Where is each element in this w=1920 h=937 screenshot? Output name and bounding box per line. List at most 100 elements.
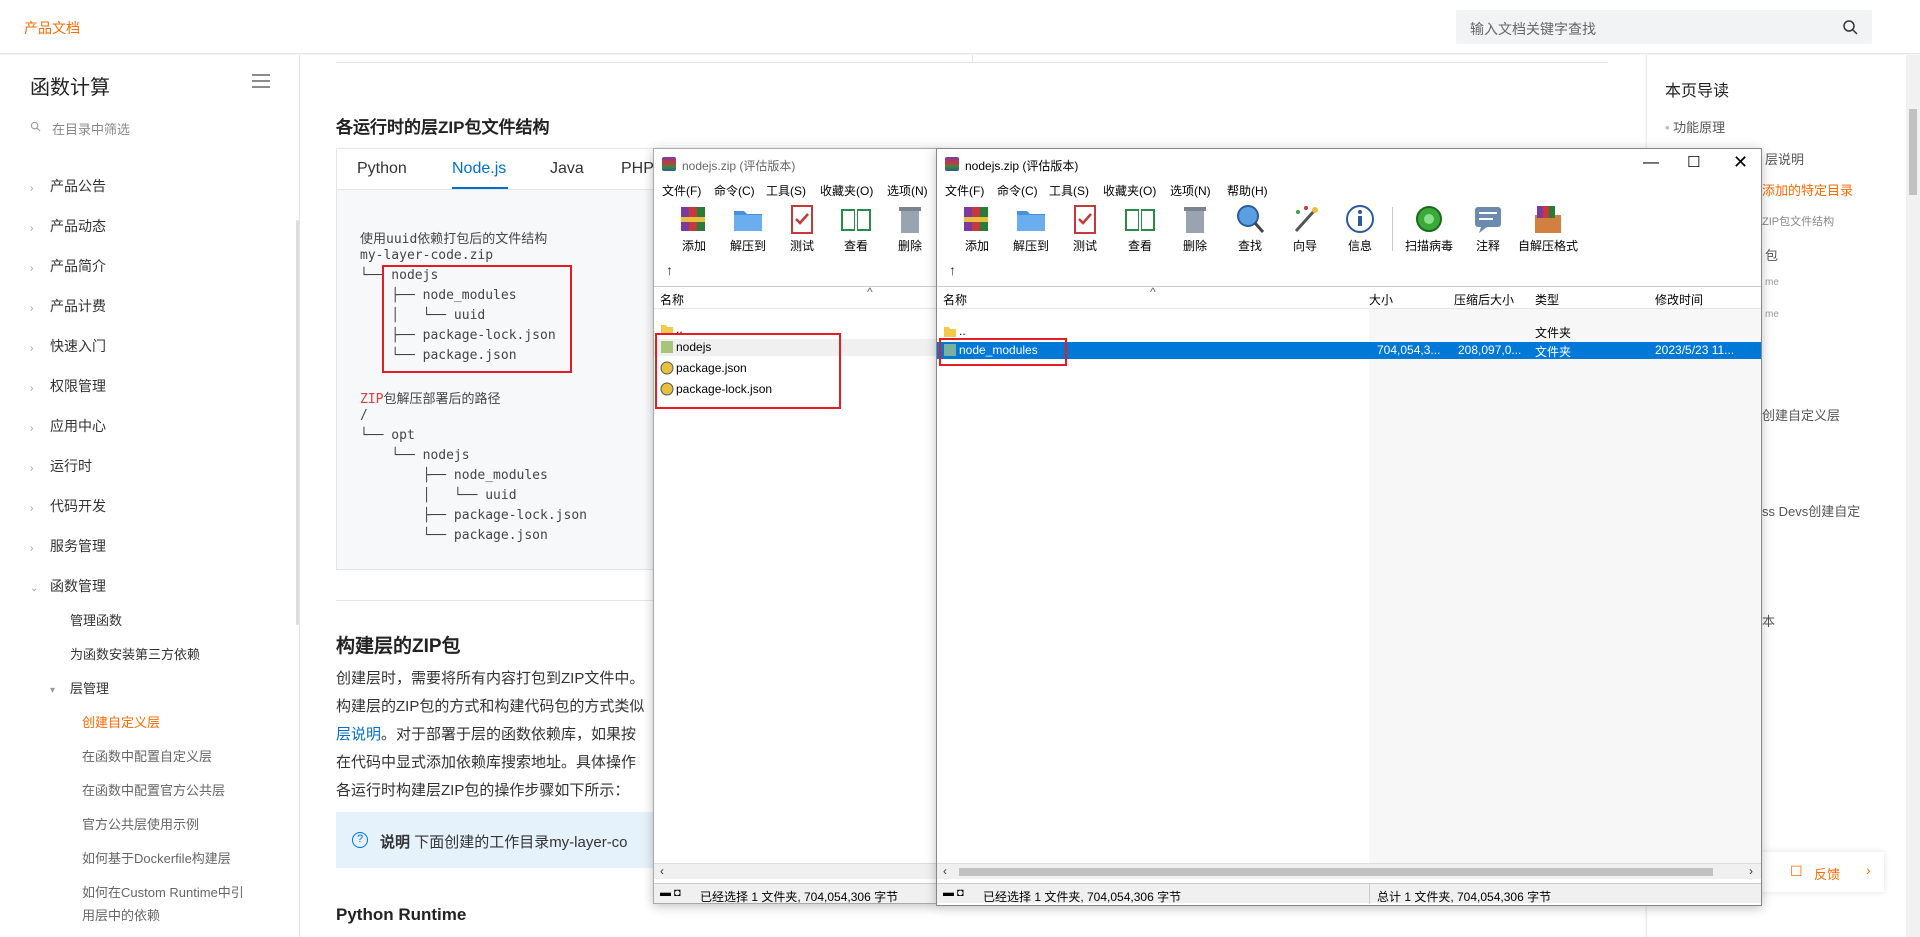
wizard-button[interactable]: 向导 xyxy=(1279,203,1331,254)
brand-link[interactable]: 产品文档 xyxy=(24,18,80,38)
page-scroll-thumb[interactable] xyxy=(1909,109,1917,195)
layer-doc-link[interactable]: 层说明 xyxy=(336,726,381,743)
menu-help[interactable]: 帮助(H) xyxy=(1227,182,1268,199)
scan-virus-button[interactable]: 扫描病毒 xyxy=(1399,203,1459,254)
toc-item[interactable]: ss Devs创建自定 xyxy=(1762,501,1860,520)
sidebar-layer-item-cont[interactable]: 用层中的依赖 xyxy=(82,905,262,927)
horizontal-scrollbar[interactable]: ‹ xyxy=(654,863,937,879)
window-title-bar[interactable]: nodejs.zip (评估版本) — ☐ ✕ xyxy=(937,149,1761,179)
sidebar-item[interactable]: › 产品简介 xyxy=(30,254,270,278)
column-name[interactable]: 名称 xyxy=(943,291,967,308)
add-button[interactable]: 添加 xyxy=(951,203,1003,254)
sidebar-subitem-expanded[interactable]: ▾ 层管理 xyxy=(50,678,250,702)
find-button[interactable]: 查找 xyxy=(1224,203,1276,254)
sidebar-subitem[interactable]: 为函数安装第三方依赖 xyxy=(70,644,200,666)
code-line: ├── node_modules xyxy=(360,468,548,483)
info-button[interactable]: 信息 xyxy=(1334,203,1386,254)
menu-tools[interactable]: 工具(S) xyxy=(766,182,806,199)
menu-options[interactable]: 选项(N) xyxy=(887,182,928,199)
search-icon[interactable] xyxy=(1842,19,1858,35)
toc-item[interactable]: 包 xyxy=(1765,245,1778,264)
test-button[interactable]: 测试 xyxy=(1059,203,1111,254)
column-packed[interactable]: 压缩后大小 xyxy=(1454,291,1514,308)
maximize-icon[interactable]: ☐ xyxy=(1687,153,1700,171)
menu-command[interactable]: 命令(C) xyxy=(714,182,755,199)
extract-to-button[interactable]: 解压到 xyxy=(1005,203,1057,254)
sidebar-layer-item[interactable]: 如何在Custom Runtime中引 xyxy=(82,882,262,904)
toc-item[interactable]: me xyxy=(1765,277,1779,288)
sidebar-item[interactable]: › 服务管理 xyxy=(30,534,270,558)
extract-to-button[interactable]: 解压到 xyxy=(722,203,774,254)
toc-item-active[interactable]: 添加的特定目录 xyxy=(1762,180,1853,199)
comment-button[interactable]: 注释 xyxy=(1462,203,1514,254)
toc-item[interactable]: 创建自定义层 xyxy=(1762,405,1840,424)
sidebar-subitem[interactable]: 管理函数 xyxy=(70,610,122,632)
column-modified[interactable]: 修改时间 xyxy=(1655,291,1703,308)
sidebar-item[interactable]: › 产品公告 xyxy=(30,174,270,198)
toc-item[interactable]: • 功能原理 xyxy=(1665,117,1725,136)
sidebar-scrollbar[interactable] xyxy=(296,220,299,625)
sidebar-layer-item[interactable]: 在函数中配置官方公共层 xyxy=(82,780,262,802)
toc-item[interactable]: 层说明 xyxy=(1765,149,1804,168)
search-box[interactable]: 输入文档关键字查找 xyxy=(1456,10,1872,44)
menu-tools[interactable]: 工具(S) xyxy=(1049,182,1089,199)
sidebar-item[interactable]: › 应用中心 xyxy=(30,414,270,438)
sidebar-layer-item-active[interactable]: 创建自定义层 xyxy=(82,712,262,734)
test-button[interactable]: 测试 xyxy=(776,203,828,254)
column-type[interactable]: 类型 xyxy=(1535,291,1559,308)
sidebar-layer-item[interactable]: 如何基于Dockerfile构建层 xyxy=(82,848,262,870)
view-button[interactable]: 查看 xyxy=(1114,203,1166,254)
sfx-button[interactable]: 自解压格式 xyxy=(1515,203,1581,254)
tab-php[interactable]: PHP xyxy=(621,160,654,178)
horizontal-scrollbar[interactable]: ‹ › xyxy=(937,863,1761,879)
window-title-bar[interactable]: nodejs.zip (评估版本) xyxy=(654,149,937,179)
chevron-right-icon[interactable]: › xyxy=(1866,862,1871,878)
sidebar-item-expanded[interactable]: ⌄ 函数管理 xyxy=(30,574,270,598)
menu-favorites[interactable]: 收藏夹(O) xyxy=(820,182,873,199)
sidebar-item[interactable]: › 运行时 xyxy=(30,454,270,478)
highlight-box xyxy=(939,338,1067,366)
sidebar-item[interactable]: › 权限管理 xyxy=(30,374,270,398)
minimize-icon[interactable]: — xyxy=(1643,154,1659,172)
add-button[interactable]: 添加 xyxy=(668,203,720,254)
sidebar-filter-input[interactable]: 在目录中筛选 xyxy=(52,119,130,138)
search-input[interactable]: 输入文档关键字查找 xyxy=(1470,19,1596,39)
scroll-left-icon[interactable]: ‹ xyxy=(660,864,664,878)
chevron-right-icon: › xyxy=(30,303,34,314)
menu-file[interactable]: 文件(F) xyxy=(662,182,701,199)
scroll-left-icon[interactable]: ‹ xyxy=(943,864,947,878)
sidebar-item[interactable]: › 产品动态 xyxy=(30,214,270,238)
sort-up-icon: ^ xyxy=(1150,285,1156,299)
scroll-right-icon[interactable]: › xyxy=(1749,864,1753,878)
up-arrow-icon[interactable]: ↑ xyxy=(666,262,673,278)
sidebar-item[interactable]: › 快速入门 xyxy=(30,334,270,358)
virus-scan-icon xyxy=(1416,206,1442,232)
delete-button[interactable]: 删除 xyxy=(884,203,936,254)
sidebar-layer-item[interactable]: 官方公共层使用示例 xyxy=(82,814,262,836)
tab-python[interactable]: Python xyxy=(357,160,407,178)
sidebar-title: 函数计算 xyxy=(30,77,110,99)
feedback-widget[interactable]: ☐ 反馈 › xyxy=(1752,852,1884,892)
tab-java[interactable]: Java xyxy=(550,160,584,178)
scroll-thumb[interactable] xyxy=(959,868,1713,876)
up-arrow-icon[interactable]: ↑ xyxy=(949,262,956,278)
toc-item[interactable]: ZIP包文件结构 xyxy=(1762,213,1834,229)
sidebar-layer-item[interactable]: 在函数中配置自定义层 xyxy=(82,746,262,768)
column-name[interactable]: 名称 xyxy=(660,291,684,308)
column-size[interactable]: 大小 xyxy=(1369,291,1393,308)
menu-favorites[interactable]: 收藏夹(O) xyxy=(1103,182,1156,199)
sidebar-item[interactable]: › 代码开发 xyxy=(30,494,270,518)
tab-nodejs[interactable]: Node.js xyxy=(452,160,506,178)
toc-item[interactable]: 本 xyxy=(1762,611,1775,630)
menu-options[interactable]: 选项(N) xyxy=(1170,182,1211,199)
delete-button[interactable]: 删除 xyxy=(1169,203,1221,254)
menu-command[interactable]: 命令(C) xyxy=(997,182,1038,199)
menu-icon[interactable] xyxy=(252,73,270,89)
view-button[interactable]: 查看 xyxy=(830,203,882,254)
page-scrollbar[interactable] xyxy=(1906,55,1920,937)
sidebar-item[interactable]: › 产品计费 xyxy=(30,294,270,318)
toc-item[interactable]: me xyxy=(1765,309,1779,320)
menu-file[interactable]: 文件(F) xyxy=(945,182,984,199)
list-header: 名称 ^ xyxy=(654,285,937,309)
close-icon[interactable]: ✕ xyxy=(1733,152,1748,173)
